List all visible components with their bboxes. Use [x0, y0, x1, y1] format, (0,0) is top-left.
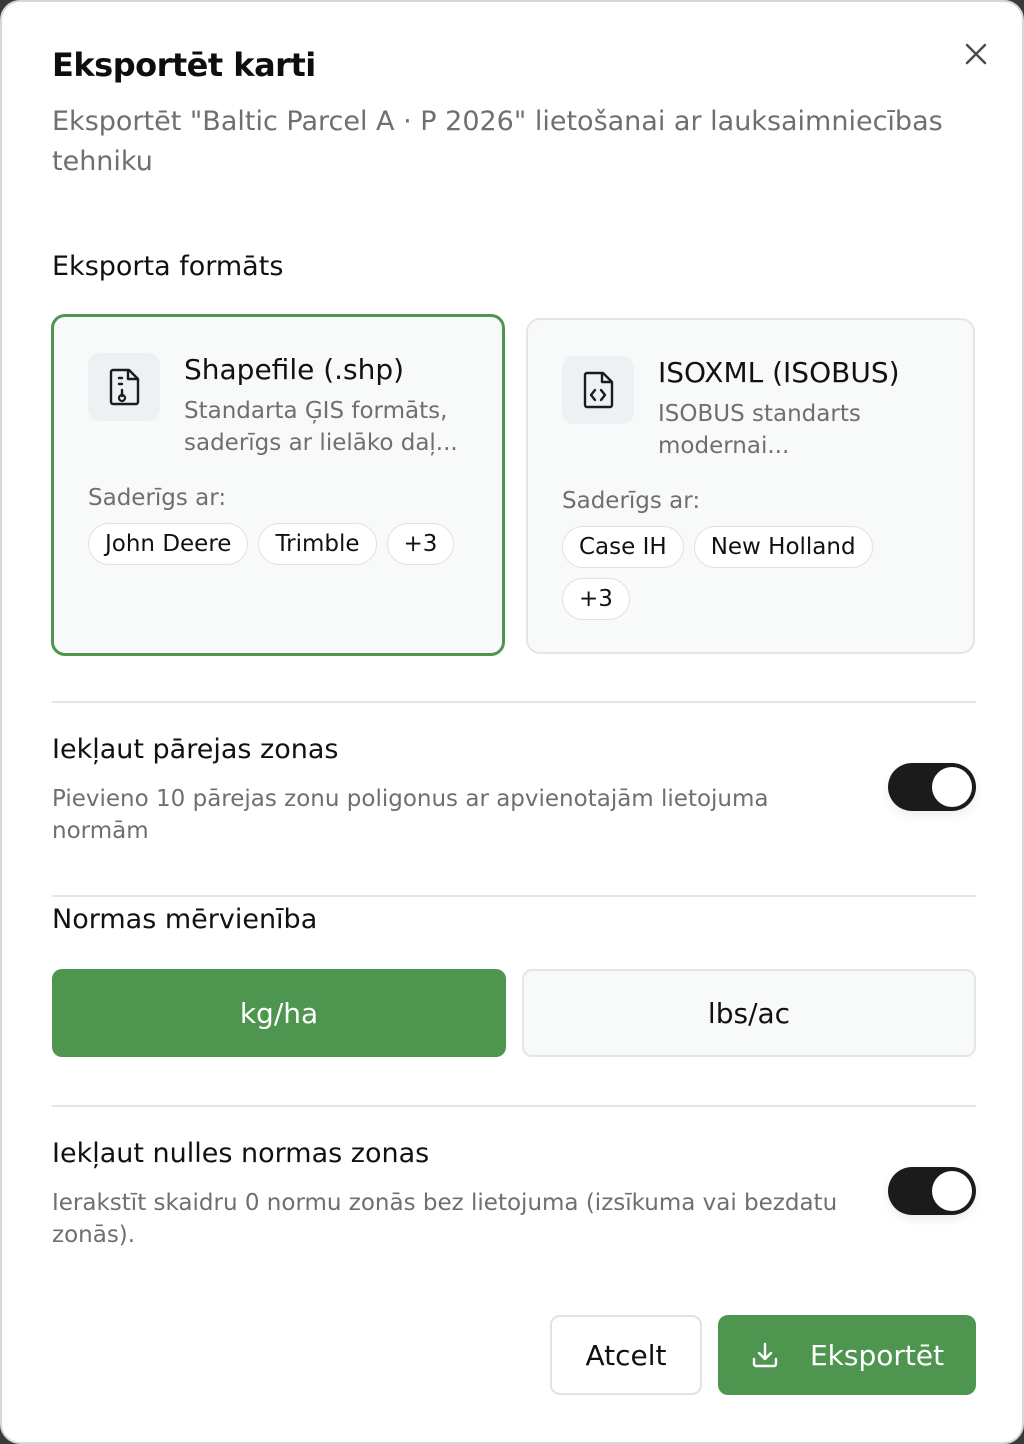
divider: [52, 1105, 976, 1107]
dialog-title: Eksportēt karti: [52, 46, 316, 84]
divider: [52, 701, 976, 703]
more-brands-chip: +3: [386, 523, 455, 565]
transition-zones-title: Iekļaut pārejas zonas: [52, 734, 339, 765]
export-map-dialog: Eksportēt karti Eksportēt "Baltic Parcel…: [0, 0, 1024, 1444]
card-description: Standarta ĢIS formāts, saderīgs ar lielā…: [184, 398, 458, 456]
compatible-brands: John Deere Trimble +3: [88, 523, 478, 565]
more-brands-chip: +3: [562, 578, 630, 620]
zero-rate-zones-toggle[interactable]: [888, 1167, 976, 1215]
export-button[interactable]: Eksportēt: [718, 1315, 976, 1395]
zero-rate-zones-description: Ierakstīt skaidru 0 normu zonās bez liet…: [52, 1190, 838, 1248]
brand-chip: Trimble: [258, 523, 377, 565]
export-format-heading: Eksporta formāts: [52, 251, 284, 282]
brand-chip: John Deere: [88, 523, 249, 565]
transition-zones-description: Pievieno 10 pārejas zonu poligonus ar ap…: [52, 786, 769, 844]
rate-unit-heading: Normas mērvienība: [52, 904, 318, 935]
toggle-knob: [932, 1171, 972, 1211]
card-title: Shapefile (.shp): [184, 353, 405, 386]
card-title: ISOXML (ISOBUS): [658, 356, 900, 389]
file-map-icon: [88, 353, 160, 421]
unit-option-lbs-ac[interactable]: lbs/ac: [522, 969, 976, 1057]
brand-chip: Case IH: [562, 526, 684, 568]
brand-chip: New Holland: [693, 526, 873, 568]
dialog-subtitle: Eksportēt "Baltic Parcel A · P 2026" lie…: [52, 106, 943, 177]
compatible-label: Saderīgs ar:: [88, 485, 227, 511]
download-icon: [752, 1342, 778, 1368]
format-card-isoxml[interactable]: ISOXML (ISOBUS) ISOBUS standarts moderna…: [526, 318, 975, 654]
format-card-shapefile[interactable]: Shapefile (.shp) Standarta ĢIS formāts, …: [51, 314, 505, 656]
file-code-icon: [562, 356, 634, 424]
close-button[interactable]: [956, 34, 996, 74]
transition-zones-toggle[interactable]: [888, 763, 976, 811]
cancel-button[interactable]: Atcelt: [550, 1315, 702, 1395]
unit-option-kg-ha[interactable]: kg/ha: [52, 969, 506, 1057]
card-description: ISOBUS standarts modernai...: [658, 401, 861, 459]
divider: [52, 895, 976, 897]
compatible-label: Saderīgs ar:: [562, 488, 701, 514]
close-icon: [965, 43, 987, 65]
export-button-label: Eksportēt: [809, 1338, 945, 1372]
toggle-knob: [932, 767, 972, 807]
compatible-brands: Case IH New Holland +3: [562, 526, 912, 620]
zero-rate-zones-title: Iekļaut nulles normas zonas: [52, 1138, 430, 1169]
